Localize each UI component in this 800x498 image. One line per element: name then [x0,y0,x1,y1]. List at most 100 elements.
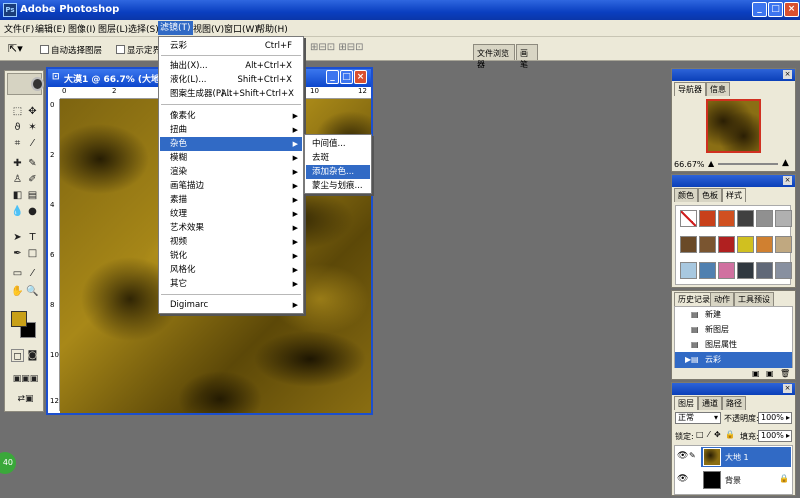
history-snapshot-icon[interactable]: ▣ [766,369,774,378]
eye-icon[interactable]: 👁 [677,451,688,461]
menu-item-digimarc[interactable]: Digimarc ▶ [160,298,302,312]
panel-close-icon[interactable]: × [783,70,792,79]
foreground-color-swatch[interactable] [11,311,27,327]
crop-tool-icon[interactable]: ⌗ [11,137,24,150]
lasso-tool-icon[interactable]: ϑ [11,121,24,134]
no-style-swatch[interactable] [680,210,697,227]
history-item-selected[interactable]: ▶ ▤ 云彩 [675,352,792,368]
history-brush-icon[interactable]: ✐ [26,173,39,186]
history-delete-icon[interactable]: 🗑 [780,369,790,378]
menu-item-liquify[interactable]: 液化(L)... Shift+Ctrl+X [160,73,302,87]
tab-tool-presets[interactable]: 工具预设 [734,292,774,306]
tab-brushes[interactable]: 画笔 [516,44,538,69]
zoom-slider[interactable] [718,163,778,165]
menu-item-distort[interactable]: 扭曲 ▶ [160,123,302,137]
slice-tool-icon[interactable]: ⁄ [26,137,39,150]
history-item[interactable]: ▤ 新建 [675,307,786,323]
panel-close-icon[interactable]: × [783,176,792,185]
gradient-tool-icon[interactable]: ▤ [26,189,39,202]
menu-item-video[interactable]: 视频 ▶ [160,235,302,249]
zoom-tool-icon[interactable]: 🔍 [26,285,39,298]
style-swatch[interactable] [775,210,792,227]
submenu-median[interactable]: 中间值... [306,137,370,151]
tab-color[interactable]: 颜色 [674,188,698,202]
brush-link-icon[interactable]: ✎ [689,451,696,460]
eraser-tool-icon[interactable]: ◧ [11,189,24,202]
menu-item-pixelate[interactable]: 像素化 ▶ [160,109,302,123]
style-swatch[interactable] [756,210,773,227]
align-icons[interactable]: ⊞⊟⊡ ⊞⊟⊡ [310,42,363,53]
style-swatch[interactable] [699,262,716,279]
tab-styles[interactable]: 样式 [722,188,746,202]
style-swatch[interactable] [718,262,735,279]
menu-filter[interactable]: 滤镜(T) [158,21,193,35]
panel-header[interactable]: × [672,69,795,81]
type-tool-icon[interactable]: T [26,231,39,244]
menu-image[interactable]: 图像(I) [68,22,96,35]
tab-file-browser[interactable]: 文件浏览器 [473,44,515,69]
tab-history[interactable]: 历史记录 [674,292,714,306]
tab-navigator[interactable]: 导航器 [674,82,706,96]
tab-layers[interactable]: 图层 [674,396,698,410]
style-swatch[interactable] [775,236,792,253]
style-swatch[interactable] [699,236,716,253]
eye-logo-icon[interactable] [7,73,44,95]
eye-icon[interactable]: 👁 [677,474,688,484]
panel-close-icon[interactable]: × [783,384,792,393]
menu-item-render[interactable]: 渲染 ▶ [160,165,302,179]
tab-channels[interactable]: 通道 [698,396,722,410]
menu-item-texture[interactable]: 纹理 ▶ [160,207,302,221]
healing-brush-icon[interactable]: ✚ [11,157,24,170]
blend-mode-select[interactable]: 正常 ▾ [675,412,721,424]
style-swatch[interactable] [756,262,773,279]
lock-icons[interactable]: □ ⁄ ✥ 🔒 [696,430,736,439]
layer-row-earth[interactable]: 👁 ✎ 大地 1 [675,446,792,468]
style-swatch[interactable] [718,210,735,227]
marquee-tool-icon[interactable]: ⬚ [11,105,24,118]
menu-item-other[interactable]: 其它 ▶ [160,277,302,291]
path-select-icon[interactable]: ➤ [11,231,24,244]
menu-item-extract[interactable]: 抽出(X)... Alt+Ctrl+X [160,59,302,73]
layer-row-background[interactable]: 👁 背景 🔒 [675,469,792,491]
panel-header[interactable]: × [672,175,795,187]
menu-item-sketch[interactable]: 素描 ▶ [160,193,302,207]
menu-item-pattern-maker[interactable]: 图案生成器(P)... Alt+Shift+Ctrl+X [160,87,302,101]
navigator-zoom[interactable]: 66.67% [674,160,705,169]
menu-item-stylize[interactable]: 风格化 ▶ [160,263,302,277]
history-item[interactable]: ▤ 图层属性 [675,337,786,353]
notes-tool-icon[interactable]: ▭ [11,267,24,280]
screen-mode-icons[interactable]: ▣▣▣ [9,373,42,386]
style-swatch[interactable] [756,236,773,253]
menu-item-clouds-last[interactable]: 云彩 Ctrl+F [160,39,302,53]
style-swatch[interactable] [737,262,754,279]
menu-item-artistic[interactable]: 艺术效果 ▶ [160,221,302,235]
style-swatch[interactable] [737,210,754,227]
pen-tool-icon[interactable]: ✒ [11,247,24,260]
menu-file[interactable]: 文件(F) [4,22,34,35]
show-bounds-checkbox[interactable] [116,45,125,54]
quickmask-mode-icon[interactable]: ◙ [26,349,39,362]
zoom-in-icon[interactable]: ▲ [782,158,789,168]
move-tool-icon[interactable]: ✥ [26,105,39,118]
history-item[interactable]: ▤ 新图层 [675,322,786,338]
submenu-despeckle[interactable]: 去斑 [306,151,370,165]
tab-actions[interactable]: 动作 [710,292,734,306]
standard-mode-icon[interactable]: ◻ [11,349,24,362]
fill-input[interactable]: 100% ▸ [758,430,792,442]
minimize-button[interactable]: _ [752,2,767,17]
dodge-tool-icon[interactable]: ● [26,205,39,218]
magic-wand-icon[interactable]: ✶ [26,121,39,134]
maximize-button[interactable]: □ [768,2,783,17]
eyedropper-icon[interactable]: ⁄ [26,267,39,280]
style-swatch[interactable] [737,236,754,253]
doc-close-button[interactable]: × [354,70,367,84]
menu-item-noise[interactable]: 杂色 ▶ [160,137,302,151]
menu-layer[interactable]: 图层(L) [98,22,128,35]
opacity-input[interactable]: 100% ▸ [758,412,792,424]
menu-select[interactable]: 选择(S) [128,22,159,35]
stamp-tool-icon[interactable]: ♙ [11,173,24,186]
submenu-dust-scratches[interactable]: 蒙尘与划痕... [306,179,370,193]
tab-info[interactable]: 信息 [706,82,730,96]
zoom-out-icon[interactable]: ▲ [708,159,714,168]
doc-maximize-button[interactable]: □ [340,70,353,84]
